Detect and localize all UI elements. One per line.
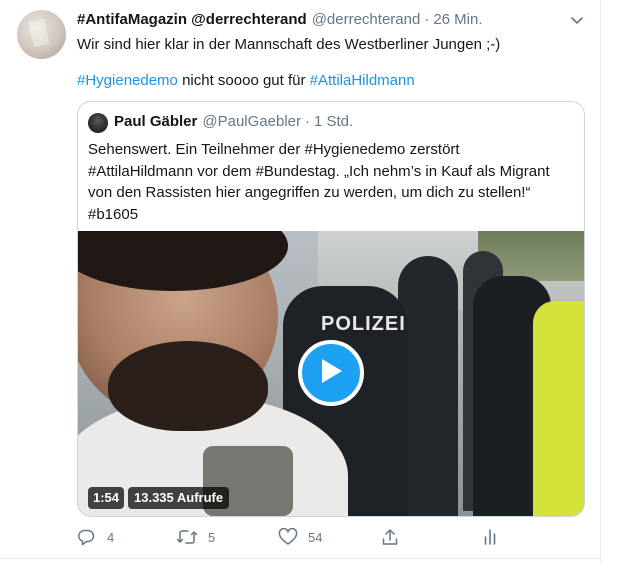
hashtag-link[interactable]: #AttilaHildmann: [310, 72, 415, 89]
reply-button[interactable]: 4: [77, 527, 114, 547]
quoted-text-line: #AttilaHildmann vor dem #Bundestag. „Ich…: [88, 162, 550, 180]
police-label: POLIZEI: [321, 313, 406, 335]
separator-dot: ·: [424, 11, 430, 28]
like-button[interactable]: 54: [278, 527, 322, 547]
quoted-author-name[interactable]: Paul Gäbler: [114, 113, 197, 130]
video-figure-beard: [108, 341, 268, 431]
play-icon: [318, 357, 344, 390]
tweet-divider: [0, 558, 601, 559]
analytics-button[interactable]: [483, 527, 497, 547]
chevron-down-icon[interactable]: [569, 12, 585, 28]
tweet-text-hashtags: #Hygienedemo nicht soooo gut für #Attila…: [77, 71, 415, 91]
retweet-count: 5: [208, 529, 216, 545]
video-player[interactable]: POLIZEI 1:54 13.335 Aufrufe: [78, 231, 584, 516]
quoted-text-line: von den Rassisten hier angegriffen zu we…: [88, 184, 531, 201]
hashtag-link[interactable]: #Hygienedemo: [77, 72, 178, 89]
reply-count: 4: [107, 529, 115, 545]
share-icon: [381, 528, 399, 546]
timestamp[interactable]: 26 Min.: [433, 11, 482, 28]
quoted-text-line: #b1605: [88, 205, 139, 223]
avatar[interactable]: [17, 10, 66, 59]
tweet[interactable]: #AntifaMagazin @derrechterand @derrechte…: [0, 0, 633, 562]
quoted-header: Paul Gäbler @PaulGaebler · 1 Std.: [114, 113, 353, 130]
author-name[interactable]: #AntifaMagazin @derrechterand: [77, 11, 307, 28]
author-handle[interactable]: @derrechterand: [312, 11, 421, 28]
tweet-header: #AntifaMagazin @derrechterand @derrechte…: [77, 11, 483, 31]
retweet-icon: [176, 528, 198, 546]
tweet-text-line: Wir sind hier klar in der Mannschaft des…: [77, 36, 501, 53]
heart-icon: [278, 528, 298, 546]
retweet-button[interactable]: 5: [176, 527, 215, 547]
separator-dot: ·: [305, 113, 310, 130]
quoted-avatar[interactable]: [88, 113, 108, 133]
quoted-author-handle[interactable]: @PaulGaebler: [202, 113, 301, 130]
video-views-badge: 13.335 Aufrufe: [128, 487, 230, 509]
quoted-timestamp[interactable]: 1 Std.: [314, 113, 353, 130]
tweet-text-fragment: nicht soooo gut für: [177, 72, 310, 89]
like-count: 54: [308, 529, 323, 545]
quoted-text-line: Sehenswert. Ein Teilnehmer der #Hygiened…: [88, 141, 460, 158]
quoted-text: Sehenswert. Ein Teilnehmer der #Hygiened…: [88, 139, 578, 225]
video-duration-badge: 1:54: [88, 487, 125, 509]
quoted-tweet[interactable]: Paul Gäbler @PaulGaebler · 1 Std. Sehens…: [77, 101, 585, 517]
column-divider: [600, 0, 601, 562]
reply-icon: [77, 528, 95, 546]
analytics-icon: [483, 528, 497, 546]
play-button[interactable]: [298, 340, 364, 406]
share-button[interactable]: [381, 527, 399, 547]
video-figure-vest: [533, 301, 584, 516]
